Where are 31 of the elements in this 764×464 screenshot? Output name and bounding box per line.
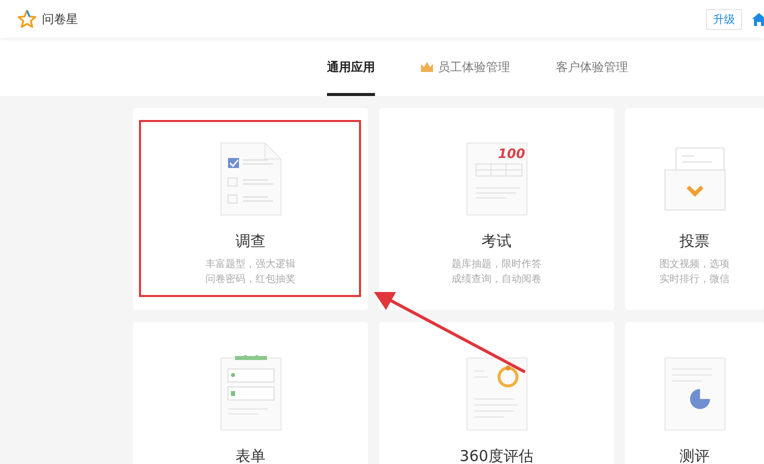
- upgrade-button[interactable]: 升级: [706, 8, 742, 30]
- app-card[interactable]: 调查 丰富题型，强大逻辑 问卷密码，红包抽奖: [133, 108, 368, 310]
- app-card[interactable]: 表单: [133, 322, 368, 464]
- category-tab[interactable]: 通用应用: [327, 38, 375, 96]
- brand-name: 问卷星: [42, 10, 78, 28]
- app-card[interactable]: 投票 图文视频，选项 实时排行，微信: [625, 108, 764, 310]
- app-card[interactable]: 测评: [625, 322, 764, 464]
- document-cycle-icon: [464, 355, 530, 433]
- app-card[interactable]: 360度评估: [379, 322, 614, 464]
- clipboard-form-icon: [218, 355, 284, 433]
- card-description: 问卷密码，红包抽奖: [206, 272, 296, 287]
- category-tab[interactable]: 员工体验管理: [421, 38, 510, 96]
- home-icon[interactable]: [752, 12, 764, 26]
- card-title: 投票: [680, 232, 710, 251]
- card-title: 表单: [236, 447, 266, 464]
- crown-icon: [421, 62, 433, 72]
- card-title: 考试: [482, 232, 512, 251]
- app-card[interactable]: 100 考试 题库抽题，限时作答 成绩查询，自动阅卷: [379, 108, 614, 310]
- card-description: 题库抽题，限时作答: [452, 258, 542, 272]
- card-title: 360度评估: [460, 447, 534, 464]
- card-description: 实时排行，微信: [660, 272, 730, 287]
- score-mark: 100: [498, 147, 525, 162]
- card-title: 测评: [680, 447, 710, 464]
- document-pie-chart-icon: [662, 355, 728, 433]
- card-title: 调查: [236, 232, 266, 251]
- star-logo-icon: [17, 9, 37, 29]
- category-tab[interactable]: 客户体验管理: [556, 38, 628, 96]
- card-description: 丰富题型，强大逻辑: [206, 258, 296, 272]
- card-description: 图文视频，选项: [660, 258, 730, 272]
- document-checklist-icon: [218, 140, 284, 218]
- card-description: 成绩查询，自动阅卷: [452, 272, 542, 287]
